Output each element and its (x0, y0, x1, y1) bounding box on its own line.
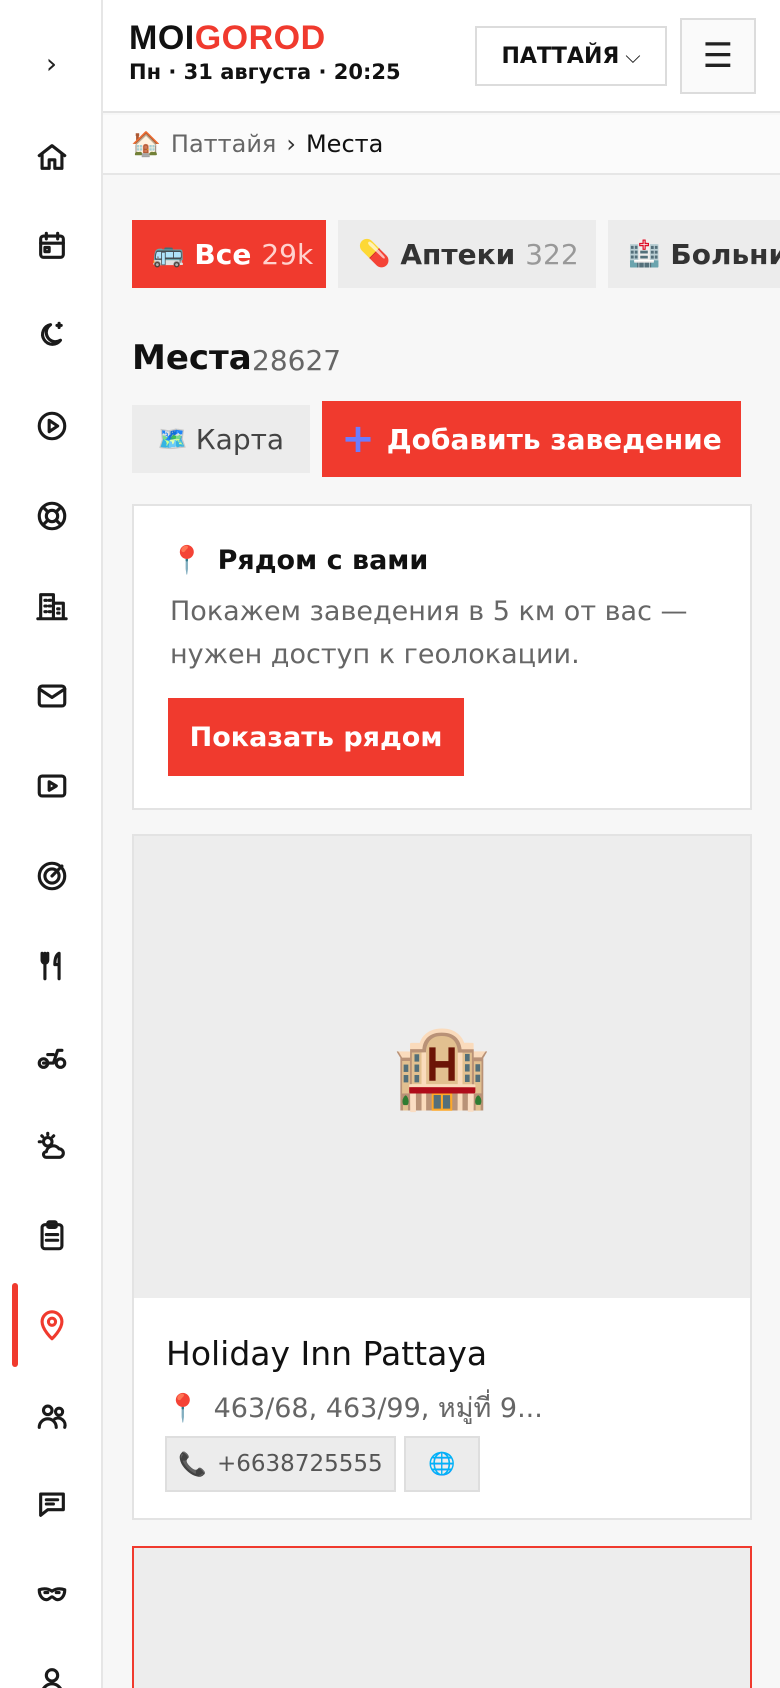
tab-hospitals[interactable]: 🏥 Больни (608, 220, 780, 288)
phone-icon: 📞 (178, 1451, 208, 1478)
place-address: 📍 463/68, 463/99, หมู่ที่ 9... (166, 1386, 543, 1429)
chevron-down-icon: ⌵ (625, 44, 641, 68)
breadcrumb-current: Места (305, 130, 384, 158)
tab-label: Все (194, 237, 252, 271)
map-button[interactable]: 🗺️ Карта (132, 405, 310, 473)
breadcrumb-link-city[interactable]: Паттайя (171, 130, 276, 158)
pin-icon: 📍 (166, 1392, 200, 1424)
address-text: 463/68, 463/99, หมู่ที่ 9... (213, 1393, 543, 1424)
clipboard-icon[interactable] (0, 1200, 103, 1272)
logo-part-moi: MOI (129, 19, 195, 57)
logo[interactable]: MOIGOROD (129, 18, 326, 58)
bus-icon: 🚌 (152, 239, 185, 269)
logo-part-gorod: GOROD (194, 19, 326, 57)
mask-icon[interactable] (0, 1558, 103, 1630)
moon-icon[interactable] (0, 300, 103, 372)
place-image[interactable]: 🏨 (134, 836, 750, 1298)
house-icon[interactable]: 🏠 (131, 130, 161, 158)
tab-pharmacies[interactable]: 💊 Аптеки 322 (338, 220, 596, 288)
nearby-card: 📍 Рядом с вами Покажем заведения в 5 км … (132, 504, 752, 810)
user-icon[interactable] (0, 1645, 103, 1688)
category-tabs: 🚌 Все 29k 💊 Аптеки 322 🏥 Больни (132, 220, 780, 288)
menu-button[interactable]: ☰ (680, 18, 756, 94)
place-card[interactable]: 🏨 Holiday Inn Pattaya 📍 463/68, 463/99, … (132, 834, 752, 1520)
city-label: ПАТТАЙЯ (501, 43, 620, 69)
tab-label: Аптеки (400, 237, 516, 271)
add-place-button[interactable]: + Добавить заведение (322, 401, 741, 477)
nearby-title: Рядом с вами (217, 544, 429, 576)
breadcrumb: 🏠 Паттайя › Места (103, 115, 780, 175)
pin-icon: 📍 (170, 545, 204, 576)
chat-icon[interactable] (0, 1468, 103, 1540)
city-select-button[interactable]: ПАТТАЙЯ ⌵ (475, 26, 667, 86)
hospital-icon: 🏥 (628, 239, 661, 269)
add-place-label: Добавить заведение (386, 422, 722, 456)
phone-number: +6638725555 (217, 1451, 383, 1477)
buildings-icon[interactable] (0, 570, 103, 642)
scooter-icon[interactable] (0, 1020, 103, 1092)
sidebar-toggle-button[interactable]: › (0, 30, 103, 96)
header: MOIGOROD Пн · 31 августа · 20:25 ПАТТАЙЯ… (103, 0, 780, 113)
nearby-heading: 📍 Рядом с вами (170, 544, 429, 577)
home-icon[interactable] (0, 121, 103, 193)
dateline: Пн · 31 августа · 20:25 (129, 60, 401, 84)
hotel-icon: 🏨 (392, 1020, 492, 1113)
video-icon[interactable] (0, 750, 103, 822)
tab-label: Больни (670, 237, 780, 271)
map-pin-icon[interactable] (0, 1290, 103, 1362)
tab-count: 322 (525, 237, 579, 271)
places-count: 28627 (252, 344, 342, 377)
mail-icon[interactable] (0, 660, 103, 732)
nearby-description: Покажем заведения в 5 км от вас — нужен … (170, 596, 688, 670)
pill-icon: 💊 (358, 239, 391, 269)
tab-all[interactable]: 🚌 Все 29k (132, 220, 326, 288)
phone-button[interactable]: 📞 +6638725555 (165, 1436, 396, 1492)
target-icon[interactable] (0, 840, 103, 912)
website-button[interactable]: 🌐 (404, 1436, 480, 1492)
place-name[interactable]: Holiday Inn Pattaya (166, 1334, 487, 1373)
weather-icon[interactable] (0, 1110, 103, 1182)
world-map-icon: 🗺️ (157, 425, 188, 453)
place-card-next[interactable] (132, 1546, 752, 1688)
show-nearby-button[interactable]: Показать рядом (168, 698, 464, 776)
breadcrumb-separator: › (286, 130, 296, 158)
fork-knife-icon[interactable] (0, 930, 103, 1002)
lifebuoy-icon[interactable] (0, 480, 103, 552)
map-button-label: Карта (195, 422, 285, 456)
page-title: Места (132, 338, 252, 378)
globe-icon: 🌐 (428, 1451, 456, 1477)
tab-count: 29k (261, 237, 314, 271)
calendar-icon[interactable] (0, 210, 103, 282)
plus-icon: + (341, 416, 375, 462)
sidebar: › (0, 0, 103, 1688)
play-circle-icon[interactable] (0, 390, 103, 462)
people-icon[interactable] (0, 1380, 103, 1452)
hamburger-icon: ☰ (702, 36, 734, 76)
